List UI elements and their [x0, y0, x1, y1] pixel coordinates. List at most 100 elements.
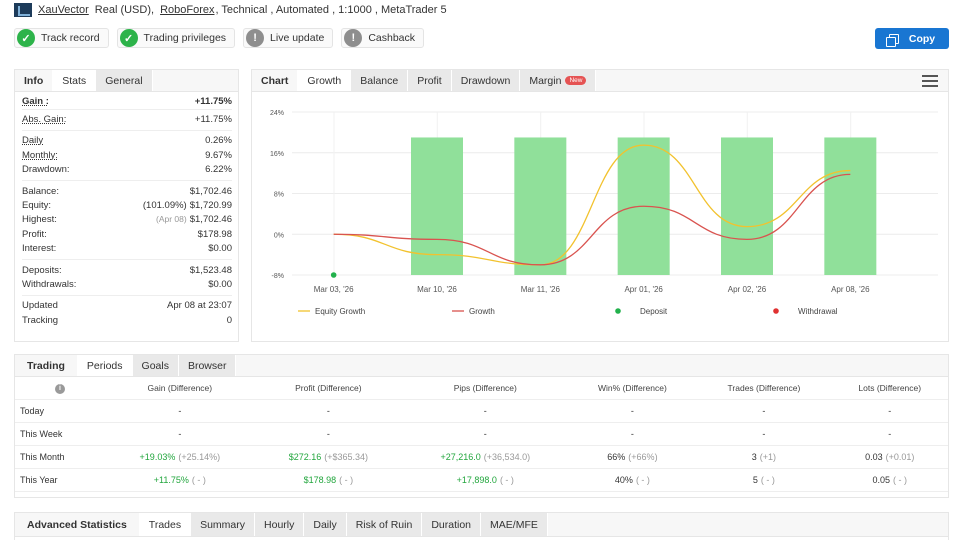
legend-label: Withdrawal	[798, 307, 838, 316]
legend-swatch	[773, 308, 779, 314]
live-update-badge[interactable]: ! Live update	[243, 28, 334, 48]
y-tick-label: 16%	[270, 151, 284, 158]
period-value: -	[762, 428, 766, 439]
broker-link[interactable]: RoboForex	[160, 4, 214, 16]
tab-balance[interactable]: Balance	[351, 70, 409, 91]
monthly-label[interactable]: Monthly:	[22, 150, 58, 161]
legend-label: Equity Growth	[315, 307, 365, 316]
chart-bar	[824, 137, 877, 275]
tab-growth[interactable]: Growth	[298, 70, 352, 91]
tab-browser[interactable]: Browser	[178, 355, 237, 376]
abs-gain-label[interactable]: Abs. Gain:	[22, 114, 66, 125]
tab-duration[interactable]: Duration	[422, 513, 482, 536]
drawdown-value: 6.22%	[205, 164, 232, 176]
profit-label: Profit:	[22, 228, 47, 240]
chart-settings-icon[interactable]	[922, 75, 938, 87]
stat-deposits: Deposits: $1,523.48	[22, 263, 232, 277]
period-value: 5	[752, 474, 758, 485]
gain-label[interactable]: Gain :	[22, 96, 49, 107]
deposits-value: $1,523.48	[189, 264, 232, 276]
cashback-badge[interactable]: ! Cashback	[341, 28, 425, 48]
deposit-point	[330, 272, 337, 278]
period-diff: ( - )	[760, 474, 775, 485]
period-value: -	[326, 405, 330, 416]
tab-daily[interactable]: Daily	[304, 513, 347, 536]
stat-tracking: Tracking 0	[22, 313, 232, 327]
period-label: This Month	[15, 445, 105, 469]
highest-label: Highest:	[22, 214, 57, 226]
account-name-link[interactable]: XauVector	[38, 4, 89, 16]
daily-value: 0.26%	[205, 135, 232, 147]
period-cell: +11.75%( - )	[105, 468, 255, 492]
period-row: Today - - - - - -	[15, 399, 948, 423]
copy-button[interactable]: Copy	[875, 28, 949, 49]
stat-monthly: Monthly: 9.67%	[22, 148, 232, 162]
stats-panel: Info Stats General Gain : +11.75% Abs. Ga…	[14, 69, 239, 342]
copy-button-label: Copy	[908, 32, 936, 45]
tab-summary[interactable]: Summary	[191, 513, 256, 536]
stat-drawdown: Drawdown: 6.22%	[22, 163, 232, 177]
period-diff: ( - )	[635, 474, 650, 485]
period-cell: +17,898.0( - )	[402, 468, 569, 492]
abs-gain-value: +11.75%	[194, 114, 232, 126]
period-cell: +19.03% (+25.14%)	[105, 445, 255, 469]
period-diff: ( - )	[893, 474, 908, 485]
period-diff: (+0.01)	[885, 451, 915, 462]
tab-trades[interactable]: Trades	[139, 513, 192, 536]
tab-drawdown[interactable]: Drawdown	[451, 70, 521, 91]
period-cell: -	[831, 422, 948, 446]
tab-trading[interactable]: Trading	[15, 355, 78, 376]
badge-label: Live update	[270, 32, 325, 44]
periods-table: i Gain (Difference) Profit (Difference) …	[15, 377, 948, 492]
tab-mae-mfe[interactable]: MAE/MFE	[481, 513, 548, 536]
period-row: This Week - - - - - -	[15, 422, 948, 446]
tab-chart[interactable]: Chart	[252, 70, 299, 91]
column-header: Win% (Difference)	[568, 377, 697, 400]
equity-label: Equity:	[22, 200, 52, 212]
highest-value: $1,702.46	[189, 214, 232, 226]
tab-risk-of-ruin[interactable]: Risk of Ruin	[346, 513, 423, 536]
period-value: -	[630, 428, 634, 439]
info-icon[interactable]: i	[55, 383, 65, 394]
stat-abs-gain: Abs. Gain: +11.75%	[22, 112, 232, 126]
tracking-value: 0	[226, 314, 232, 326]
period-value: -	[178, 405, 182, 416]
period-label: This Week	[15, 422, 105, 446]
period-diff: (+1)	[759, 451, 777, 462]
periods-tabs: Trading Periods Goals Browser	[15, 355, 948, 377]
balance-value: $1,702.46	[189, 185, 232, 197]
period-diff: (+66%)	[628, 451, 658, 462]
tab-general[interactable]: General	[96, 70, 153, 91]
tab-stats[interactable]: Stats	[53, 70, 97, 91]
tab-margin[interactable]: Margin New	[520, 70, 597, 91]
tab-info[interactable]: Info	[15, 70, 54, 91]
tab-profit[interactable]: Profit	[408, 70, 452, 91]
period-value: -	[888, 428, 892, 439]
daily-label[interactable]: Daily	[22, 135, 43, 146]
period-value: -	[630, 405, 634, 416]
highest-date: (Apr 08)	[156, 214, 187, 225]
period-value: $272.16	[288, 451, 322, 462]
period-cell: -	[105, 399, 255, 423]
tab-goals[interactable]: Goals	[132, 355, 179, 376]
track-record-badge[interactable]: ✓ Track record	[14, 28, 109, 48]
stat-daily: Daily 0.26%	[22, 134, 232, 148]
tab-advanced-statistics[interactable]: Advanced Statistics	[15, 513, 140, 536]
period-value: 40%	[614, 474, 633, 485]
check-icon: ✓	[17, 29, 35, 47]
x-tick-label: Mar 03, '26	[314, 285, 354, 294]
trading-privileges-badge[interactable]: ✓ Trading privileges	[116, 28, 236, 48]
stat-balance: Balance: $1,702.46	[22, 184, 232, 198]
period-row: This Year +11.75%( - ) $178.98( - ) +17,898…	[15, 468, 948, 492]
period-value: -	[762, 405, 766, 416]
period-value: $178.98	[303, 474, 337, 485]
period-value: 66%	[607, 451, 626, 462]
period-cell: -	[402, 399, 569, 423]
period-value: 3	[751, 451, 757, 462]
tab-hourly[interactable]: Hourly	[255, 513, 305, 536]
x-tick-label: Mar 10, '26	[417, 285, 457, 294]
badge-label: Cashback	[368, 32, 416, 44]
tab-periods[interactable]: Periods	[77, 355, 133, 376]
divider	[22, 108, 232, 111]
interest-value: $0.00	[208, 243, 232, 255]
